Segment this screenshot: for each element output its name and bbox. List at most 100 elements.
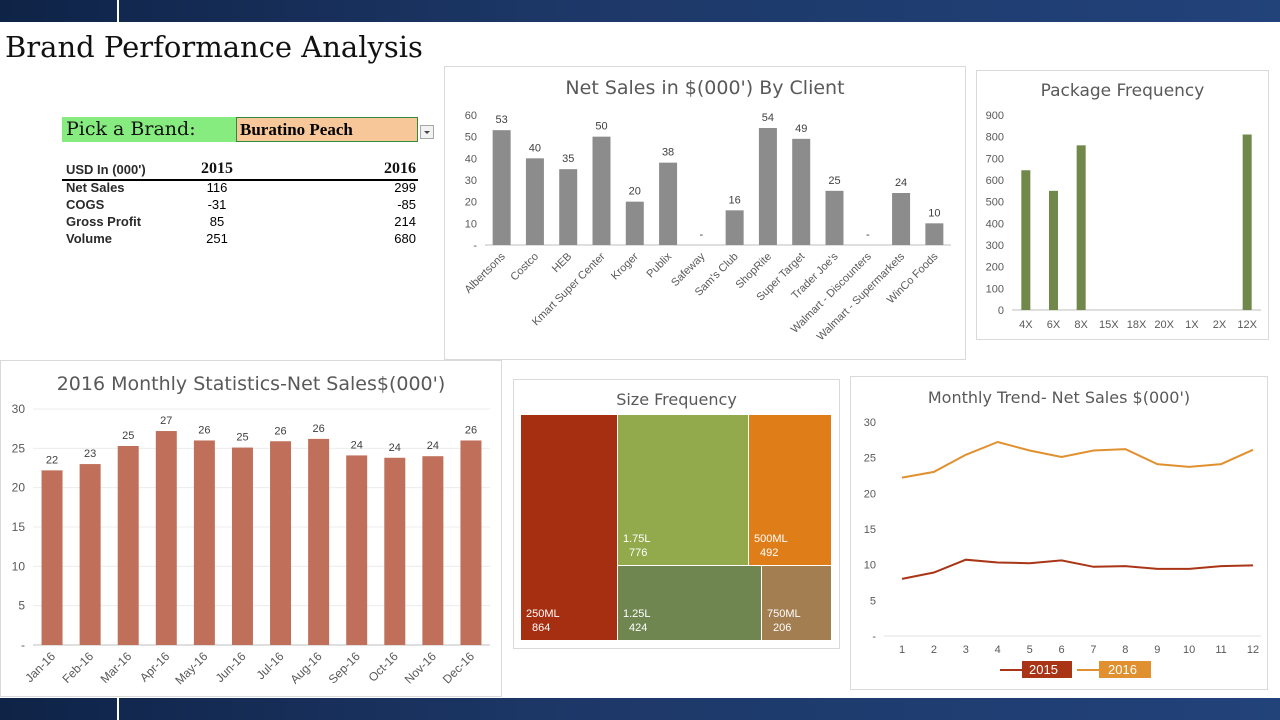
brand-dropdown-button[interactable] [420, 125, 434, 139]
y-tick-label: 30 [12, 402, 26, 416]
data-label: 26 [274, 425, 286, 437]
bar [925, 223, 944, 245]
treemap-value: 864 [532, 622, 550, 634]
y-tick-label: 200 [986, 262, 1004, 274]
bar [1021, 170, 1031, 310]
data-label: - [700, 229, 704, 241]
x-tick-label: 2 [931, 644, 937, 656]
data-label: 23 [84, 448, 96, 460]
x-tick-label: Albertsons [463, 250, 509, 296]
package-frequency-chart: 0 100 200 300 400 500 600 700 800 900 4X 6X 8X 15X 18X… [986, 110, 1261, 331]
treemap-tile [521, 415, 617, 640]
summary-table-header: USD In (000') 2015 2016 [62, 160, 418, 181]
x-tick-label: Feb-16 [59, 649, 96, 686]
bar [79, 464, 101, 645]
page-title: Brand Performance Analysis [5, 30, 423, 64]
row-label: COGS [66, 197, 105, 212]
x-tick-label: May-16 [172, 649, 210, 687]
x-tick-label: Oct-16 [366, 649, 402, 685]
x-tick-label: 20X [1154, 319, 1174, 331]
data-label: 54 [762, 112, 774, 124]
brand-select[interactable]: Buratino Peach [236, 117, 418, 142]
data-label: 26 [465, 424, 477, 436]
table-row: COGS -31 -85 [62, 197, 418, 214]
x-tick-label: 1 [899, 644, 905, 656]
bar [384, 457, 406, 645]
net-sales-by-client-panel: Net Sales in $(000') By Client - 10 20 30 40… [444, 66, 966, 360]
legend-line-2015 [1000, 669, 1022, 671]
row-label: Gross Profit [66, 214, 142, 229]
y-tick-label: 20 [864, 488, 876, 500]
bar [1076, 145, 1086, 310]
size-frequency-panel: Size Frequency 250ML 864 1.75L 776 500ML 492 1… [513, 379, 840, 649]
data-label: 25 [236, 432, 248, 444]
chevron-down-icon [424, 131, 430, 134]
y-tick-label: 5 [870, 595, 876, 607]
y-tick-label: 400 [986, 218, 1004, 230]
y-tick-label: 40 [465, 153, 477, 165]
table-row: Gross Profit 85 214 [62, 214, 418, 231]
bar [41, 470, 63, 645]
data-label: 26 [198, 424, 210, 436]
bar [792, 138, 811, 245]
header-usd: USD In (000') [66, 162, 146, 177]
x-tick-label: 4 [995, 644, 1001, 656]
treemap-label: 1.25L [623, 608, 651, 620]
y-tick-label: 0 [998, 305, 1004, 317]
bar [592, 136, 611, 245]
treemap-value: 206 [773, 622, 791, 634]
banner-notch [117, 0, 119, 22]
y-tick-label: 500 [986, 197, 1004, 209]
y-tick-label: - [473, 240, 477, 252]
treemap-value: 776 [629, 547, 647, 559]
x-tick-label: 2X [1213, 319, 1227, 331]
x-tick-label: 10 [1183, 644, 1195, 656]
x-tick-label: Jul-16 [254, 649, 287, 682]
bar [155, 431, 177, 645]
monthly-trend-chart: -510152025301 2 3 4 5 6 7 8 9 10 11 12 [864, 417, 1261, 656]
x-tick-label: 11 [1215, 644, 1226, 656]
brand-select-value: Buratino Peach [240, 120, 353, 139]
y-tick-label: 600 [986, 175, 1004, 187]
x-tick-label: Nov-16 [402, 649, 439, 686]
monthly-trend-panel: Monthly Trend- Net Sales $(000') -5 10 15 2… [850, 376, 1268, 690]
bar [892, 193, 911, 245]
data-label: 25 [122, 430, 134, 442]
bar [346, 455, 368, 645]
pick-brand-label-cell: Pick a Brand: [62, 117, 236, 142]
x-tick-label: 18X [1127, 319, 1147, 331]
x-tick-label: 5 [1027, 644, 1033, 656]
x-tick-label: 9 [1154, 644, 1160, 656]
bar [460, 440, 482, 645]
y-tick-label: 5 [18, 599, 25, 613]
y-tick-label: 25 [12, 441, 26, 455]
x-tick-label: 4X [1019, 319, 1033, 331]
data-label: 40 [529, 142, 541, 154]
row-value-2015: 251 [206, 231, 228, 246]
data-label: 27 [160, 415, 172, 427]
bar [492, 130, 511, 245]
data-label: 49 [795, 123, 807, 135]
bar [559, 169, 578, 245]
data-label: 35 [562, 153, 574, 165]
treemap-value: 424 [629, 622, 647, 634]
bar [659, 162, 678, 245]
x-tick-label: 12X [1237, 319, 1257, 331]
chart-title: 2016 Monthly Statistics-Net Sales$(000') [56, 373, 446, 395]
bar [231, 447, 253, 645]
y-tick-label: 10 [12, 559, 26, 573]
y-tick-label: 15 [864, 524, 876, 536]
data-label: 38 [662, 147, 674, 159]
x-tick-label: 15X [1099, 319, 1119, 331]
bar [1049, 190, 1058, 310]
row-value-2016: -85 [397, 197, 416, 212]
chart-title: Net Sales in $(000') By Client [565, 77, 845, 99]
bar [758, 128, 777, 245]
row-label: Net Sales [66, 180, 125, 195]
y-tick-label: 30 [864, 417, 876, 429]
data-label: 20 [629, 186, 641, 198]
bar [725, 210, 744, 245]
y-tick-label: 10 [864, 560, 876, 572]
x-tick-label: 8X [1074, 319, 1088, 331]
y-tick-label: - [21, 638, 25, 652]
